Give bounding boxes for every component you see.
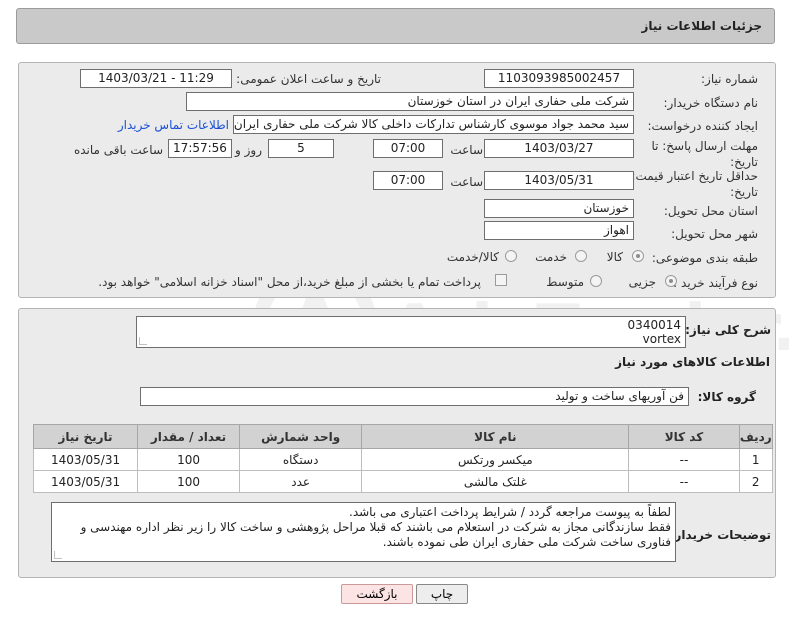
table-row: 2 -- غلتک مالشی عدد 100 1403/05/31	[32, 470, 773, 493]
buyer-notes-line-2: فقط سازندگانی مجاز به شرکت در استعلام می…	[80, 520, 671, 534]
cell-code: --	[628, 448, 740, 471]
cell-row: 1	[738, 448, 773, 471]
cell-qty: 100	[137, 448, 240, 471]
announce-field: 1403/03/21 - 11:29	[80, 69, 232, 88]
page-title-bar: جزئیات اطلاعات نیاز	[16, 8, 775, 44]
col-date: تاریخ نیاز	[32, 424, 139, 449]
treasury-checkbox[interactable]	[495, 274, 507, 286]
goods-group-label: گروه کالا:	[697, 390, 756, 404]
goods-section-title: اطلاعات کالاهای مورد نیاز	[615, 355, 770, 369]
buyer-org-label: نام دستگاه خریدار:	[663, 96, 759, 110]
goods-table: ردیف کد کالا نام کالا واحد شمارش تعداد /…	[32, 424, 773, 493]
cell-name: غلتک مالشی	[361, 470, 630, 493]
purchase-radio-minor[interactable]	[665, 275, 677, 287]
buyer-notes-line-1: لطفاً به پیوست مراجعه گردد / شرایط پرداخ…	[349, 505, 671, 519]
cell-name: میکسر ورتکس	[361, 448, 630, 471]
buyer-org-field: شرکت ملی حفاری ایران در استان خوزستان	[186, 92, 634, 111]
remaining-label: ساعت باقی مانده	[73, 143, 163, 157]
resize-grip-icon[interactable]	[54, 551, 62, 559]
category-option-goods: کالا	[606, 250, 623, 264]
province-label: استان محل تحویل:	[663, 204, 758, 218]
creator-label: ایجاد کننده درخواست:	[647, 119, 758, 133]
cell-code: --	[628, 470, 740, 493]
buyer-notes-textarea: لطفاً به پیوست مراجعه گردد / شرایط پرداخ…	[51, 502, 676, 562]
category-radio-goods[interactable]	[632, 250, 644, 262]
col-row: ردیف	[738, 424, 773, 449]
city-label: شهر محل تحویل:	[671, 227, 758, 241]
category-radio-goods-service[interactable]	[505, 250, 517, 262]
category-option-goods-service: کالا/خدمت	[446, 250, 499, 264]
province-field: خوزستان	[484, 199, 634, 218]
cell-unit: عدد	[238, 470, 363, 493]
contact-info-link[interactable]: اطلاعات تماس خریدار	[118, 118, 229, 132]
back-button[interactable]: بازگشت	[341, 584, 413, 604]
price-time-label: ساعت	[450, 175, 483, 189]
reply-time-label: ساعت	[450, 143, 483, 157]
description-line-2: vortex	[642, 332, 681, 346]
col-name: نام کالا	[361, 424, 630, 449]
purchase-type-label: نوع فرآیند خرید :	[673, 276, 758, 290]
price-time-field: 07:00	[373, 171, 443, 190]
purchase-option-medium: متوسط	[546, 275, 584, 289]
category-option-service: خدمت	[535, 250, 567, 264]
reply-date-field: 1403/03/27	[484, 139, 634, 158]
cell-row: 2	[738, 470, 773, 493]
description-label: شرح کلی نیاز:	[685, 323, 771, 337]
page-title: جزئیات اطلاعات نیاز	[641, 19, 762, 33]
col-unit: واحد شمارش	[238, 424, 363, 449]
print-button[interactable]: چاپ	[416, 584, 468, 604]
city-field: اهواز	[484, 221, 634, 240]
purchase-radio-medium[interactable]	[590, 275, 602, 287]
price-date-field: 1403/05/31	[484, 171, 634, 190]
announce-label: تاریخ و ساعت اعلان عمومی:	[236, 72, 381, 86]
buyer-notes-label: توضیحات خریدار:	[669, 528, 771, 542]
resize-grip-icon[interactable]	[139, 337, 147, 345]
goods-group-field: فن آوریهای ساخت و تولید	[140, 387, 689, 406]
purchase-option-minor: جزیی	[628, 275, 656, 289]
cell-qty: 100	[137, 470, 240, 493]
category-label: طبقه بندی موضوعی:	[651, 251, 758, 265]
buyer-notes-line-3: فناوری ساخت شرکت ملی حفاری ایران طی نمود…	[382, 535, 671, 549]
reply-deadline-label: مهلت ارسال پاسخ: تا تاریخ:	[651, 139, 758, 169]
reply-time-field: 07:00	[373, 139, 443, 158]
days-field: 5	[268, 139, 334, 158]
table-row: 1 -- میکسر ورتکس دستگاه 100 1403/05/31	[32, 448, 773, 471]
col-qty: تعداد / مقدار	[137, 424, 240, 449]
creator-field: سید محمد جواد موسوی کارشناس تدارکات داخل…	[233, 115, 634, 134]
col-code: کد کالا	[628, 424, 740, 449]
description-textarea: 0340014 vortex	[136, 316, 686, 348]
cell-date: 1403/05/31	[32, 448, 139, 471]
need-number-label: شماره نیاز:	[701, 72, 758, 86]
remaining-time-field: 17:57:56	[168, 139, 232, 158]
cell-date: 1403/05/31	[32, 470, 139, 493]
days-label: روز و	[235, 143, 262, 157]
table-header-row: ردیف کد کالا نام کالا واحد شمارش تعداد /…	[32, 424, 773, 449]
cell-unit: دستگاه	[238, 448, 363, 471]
description-line-1: 0340014	[627, 318, 681, 332]
treasury-note: پرداخت تمام یا بخشی از مبلغ خرید،از محل …	[98, 275, 481, 289]
need-number-field: 1103093985002457	[484, 69, 634, 88]
category-radio-service[interactable]	[575, 250, 587, 262]
